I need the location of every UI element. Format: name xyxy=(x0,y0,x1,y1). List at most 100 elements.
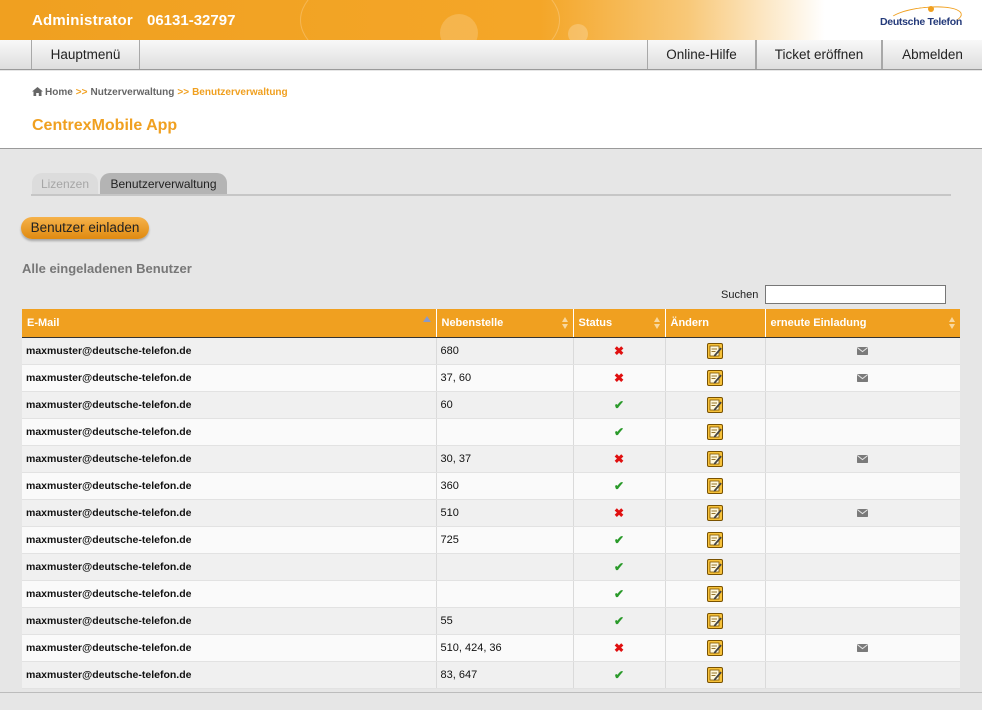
x-icon: ✖ xyxy=(613,343,625,358)
tab-licenses[interactable]: Lizenzen xyxy=(32,173,98,195)
reinvite-cell xyxy=(765,634,960,662)
check-icon: ✔ xyxy=(613,424,625,439)
status-cell: ✖ xyxy=(573,364,666,392)
extension-cell: 83, 647 xyxy=(436,661,574,689)
open-ticket-button[interactable]: Ticket eröffnen xyxy=(756,40,882,69)
extension-cell: 680 xyxy=(436,337,574,365)
x-icon: ✖ xyxy=(613,505,625,520)
top-header: Administrator 06131-32797 Deutsche Telef… xyxy=(0,0,982,40)
invite-user-button[interactable]: Benutzer einladen xyxy=(21,217,149,239)
mail-icon[interactable] xyxy=(857,453,869,465)
table-row: maxmuster@deutsche-telefon.de 37, 60 ✖ xyxy=(22,364,960,392)
edit-icon[interactable] xyxy=(707,450,723,467)
edit-icon[interactable] xyxy=(707,423,723,440)
check-icon: ✔ xyxy=(613,586,625,601)
edit-icon[interactable] xyxy=(707,639,723,656)
table-header-row: E-Mail Nebenstelle Status Ändern erneute… xyxy=(22,309,960,338)
mail-icon[interactable] xyxy=(857,642,869,654)
edit-icon[interactable] xyxy=(707,477,723,494)
check-icon: ✔ xyxy=(613,667,625,682)
reinvite-cell xyxy=(765,499,960,527)
email-cell: maxmuster@deutsche-telefon.de xyxy=(22,472,437,500)
edit-icon[interactable] xyxy=(707,369,723,386)
table-row: maxmuster@deutsche-telefon.de 30, 37 ✖ xyxy=(22,445,960,473)
column-header-label: Status xyxy=(578,316,613,329)
edit-icon[interactable] xyxy=(707,342,723,359)
home-icon xyxy=(32,87,43,96)
column-header-label: Nebenstelle xyxy=(441,316,504,329)
users-table: E-Mail Nebenstelle Status Ändern erneute… xyxy=(22,309,960,689)
reinvite-cell xyxy=(765,472,960,500)
search-input[interactable] xyxy=(765,285,946,304)
reinvite-cell xyxy=(765,607,960,635)
email-cell: maxmuster@deutsche-telefon.de xyxy=(22,634,437,662)
tab-user-management[interactable]: Benutzerverwaltung xyxy=(100,173,227,195)
extension-cell: 37, 60 xyxy=(436,364,574,392)
status-cell: ✖ xyxy=(573,337,666,365)
breadcrumb-user-admin-link[interactable]: Nutzerverwaltung xyxy=(90,87,174,98)
email-cell: maxmuster@deutsche-telefon.de xyxy=(22,526,437,554)
breadcrumb: Home >> Nutzerverwaltung >> Benutzerverwaltu… xyxy=(32,87,288,98)
table-row: maxmuster@deutsche-telefon.de 60 ✔ xyxy=(22,391,960,419)
sort-icon xyxy=(561,317,569,330)
extension-cell xyxy=(436,580,574,608)
edit-cell xyxy=(665,418,766,446)
status-cell: ✔ xyxy=(573,418,666,446)
edit-icon[interactable] xyxy=(707,531,723,548)
column-header-email[interactable]: E-Mail xyxy=(22,309,437,338)
page-footer-band xyxy=(0,692,982,710)
mail-icon[interactable] xyxy=(857,345,869,357)
edit-icon[interactable] xyxy=(707,558,723,575)
edit-cell xyxy=(665,472,766,500)
status-cell: ✖ xyxy=(573,634,666,662)
column-header-label: erneute Einladung xyxy=(770,316,867,329)
table-row: maxmuster@deutsche-telefon.de 725 ✔ xyxy=(22,526,960,554)
status-cell: ✔ xyxy=(573,526,666,554)
edit-cell xyxy=(665,634,766,662)
status-cell: ✖ xyxy=(573,445,666,473)
edit-cell xyxy=(665,391,766,419)
check-icon: ✔ xyxy=(613,559,625,574)
status-cell: ✔ xyxy=(573,472,666,500)
edit-cell xyxy=(665,526,766,554)
email-cell: maxmuster@deutsche-telefon.de xyxy=(22,580,437,608)
column-header-status[interactable]: Status xyxy=(573,309,666,338)
email-cell: maxmuster@deutsche-telefon.de xyxy=(22,661,437,689)
sort-ascending-icon xyxy=(422,316,431,322)
status-cell: ✔ xyxy=(573,553,666,581)
mail-icon[interactable] xyxy=(857,507,869,519)
x-icon: ✖ xyxy=(613,370,625,385)
mail-icon[interactable] xyxy=(857,372,869,384)
extension-cell: 510 xyxy=(436,499,574,527)
table-row: maxmuster@deutsche-telefon.de 83, 647 ✔ xyxy=(22,661,960,689)
logout-button[interactable]: Abmelden xyxy=(882,40,982,69)
section-title: Alle eingeladenen Benutzer xyxy=(22,261,192,276)
brand-logo[interactable]: Deutsche Telefon xyxy=(880,3,972,35)
breadcrumb-separator: >> xyxy=(177,87,190,98)
online-help-button[interactable]: Online-Hilfe xyxy=(647,40,756,69)
column-header-extension[interactable]: Nebenstelle xyxy=(436,309,574,338)
edit-icon[interactable] xyxy=(707,612,723,629)
edit-icon[interactable] xyxy=(707,666,723,683)
check-icon: ✔ xyxy=(613,397,625,412)
status-cell: ✔ xyxy=(573,391,666,419)
reinvite-cell xyxy=(765,661,960,689)
sort-icon xyxy=(653,317,661,330)
edit-cell xyxy=(665,607,766,635)
table-row: maxmuster@deutsche-telefon.de 510 ✖ xyxy=(22,499,960,527)
reinvite-cell xyxy=(765,553,960,581)
table-row: maxmuster@deutsche-telefon.de 360 ✔ xyxy=(22,472,960,500)
column-header-reinvite[interactable]: erneute Einladung xyxy=(765,309,960,338)
column-header-edit: Ändern xyxy=(665,309,766,338)
table-row: maxmuster@deutsche-telefon.de ✔ xyxy=(22,418,960,446)
table-row: maxmuster@deutsche-telefon.de 55 ✔ xyxy=(22,607,960,635)
breadcrumb-home-link[interactable]: Home xyxy=(45,87,73,98)
edit-icon[interactable] xyxy=(707,396,723,413)
main-menu-button[interactable]: Hauptmenü xyxy=(31,40,140,69)
edit-cell xyxy=(665,553,766,581)
edit-icon[interactable] xyxy=(707,585,723,602)
table-row: maxmuster@deutsche-telefon.de ✔ xyxy=(22,580,960,608)
edit-icon[interactable] xyxy=(707,504,723,521)
status-cell: ✖ xyxy=(573,499,666,527)
status-cell: ✔ xyxy=(573,580,666,608)
